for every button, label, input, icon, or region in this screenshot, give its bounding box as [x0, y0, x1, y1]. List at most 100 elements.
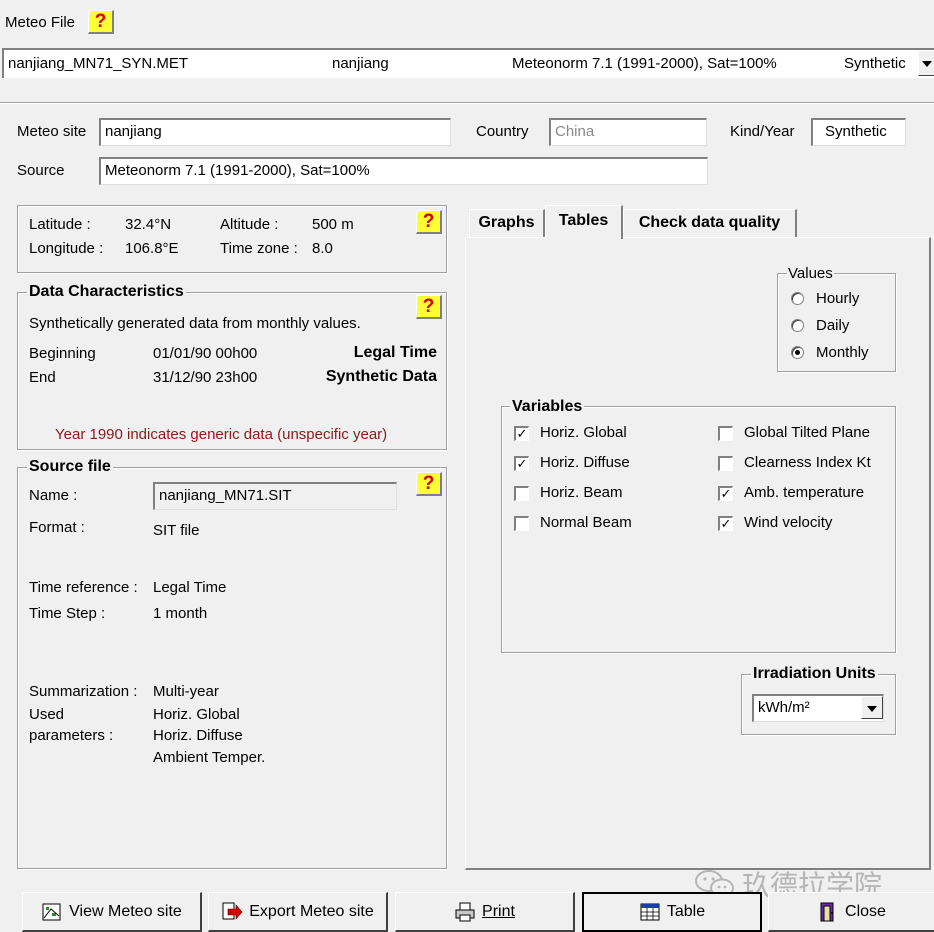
end-label: End	[29, 369, 56, 386]
checkbox-wind-velocity-label: Wind velocity	[744, 514, 833, 531]
irradiation-units-title: Irradiation Units	[751, 665, 878, 683]
close-button[interactable]: Close	[768, 892, 934, 932]
chevron-down-icon	[867, 706, 877, 712]
source-input[interactable]: Meteonorm 7.1 (1991-2000), Sat=100%	[99, 157, 708, 185]
close-label: Close	[845, 902, 886, 920]
name-label: Name :	[29, 487, 78, 504]
checkbox-horiz-beam-label: Horiz. Beam	[540, 484, 623, 501]
source-file-title: Source file	[27, 458, 113, 476]
summarization-label: Summarization :	[29, 683, 138, 700]
export-icon	[222, 902, 243, 920]
irradiation-units-value: kWh/m²	[758, 699, 810, 716]
tab-graphs[interactable]: Graphs	[469, 209, 545, 237]
table-label: Table	[666, 903, 706, 920]
radio-daily[interactable]	[791, 319, 804, 332]
longitude-label: Longitude :	[29, 240, 104, 257]
checkbox-amb-temperature[interactable]: ✓	[718, 486, 733, 501]
divider	[0, 102, 934, 104]
export-meteo-site-label: Export Meteo site	[249, 902, 374, 920]
checkbox-global-tilted-plane[interactable]	[718, 426, 733, 441]
source-label: Source	[17, 162, 65, 179]
checkbox-normal-beam-label: Normal Beam	[540, 514, 632, 531]
radio-monthly[interactable]	[791, 346, 804, 359]
tab-check-data-quality[interactable]: Check data quality	[623, 209, 797, 237]
view-meteo-site-button[interactable]: View Meteo site	[22, 892, 202, 932]
checkbox-clearness-index[interactable]	[718, 456, 733, 471]
variables-title: Variables	[510, 398, 585, 416]
used-parameters-label: Used	[29, 706, 65, 723]
help-icon[interactable]: ?	[88, 10, 114, 34]
summarization-value: Multi-year	[153, 683, 219, 700]
meteo-file-select[interactable]: nanjiang_MN71_SYN.MET nanjiang Meteonorm…	[2, 48, 934, 78]
door-exit-icon	[820, 902, 834, 921]
map-icon	[42, 903, 61, 920]
country-input[interactable]: China	[549, 118, 707, 146]
printer-icon	[455, 902, 475, 921]
source-file-name-field[interactable]: nanjiang_MN71.SIT	[153, 482, 397, 510]
country-label: Country	[476, 123, 529, 140]
help-icon[interactable]: ?	[416, 210, 442, 234]
format-label: Format :	[29, 519, 85, 536]
altitude-value: 500 m	[312, 216, 354, 233]
chevron-down-icon	[922, 61, 932, 67]
meteo-site-label: Meteo site	[17, 123, 87, 140]
dropdown-button[interactable]	[918, 50, 934, 76]
meteo-file-source: Meteonorm 7.1 (1991-2000), Sat=100%	[512, 55, 777, 72]
checkbox-amb-temperature-label: Amb. temperature	[744, 484, 865, 501]
checkbox-normal-beam[interactable]	[514, 516, 529, 531]
generic-year-warning: Year 1990 indicates generic data (unspec…	[55, 426, 388, 443]
radio-monthly-label: Monthly	[816, 344, 869, 361]
checkbox-horiz-diffuse[interactable]: ✓	[514, 456, 529, 471]
tab-tables[interactable]: Tables	[545, 205, 623, 239]
meteo-file-kind: Synthetic	[844, 55, 906, 72]
longitude-value: 106.8°E	[125, 240, 179, 257]
view-meteo-site-label: View Meteo site	[69, 902, 182, 920]
format-value: SIT file	[153, 522, 200, 539]
used-parameter: Horiz. Global	[153, 706, 240, 723]
time-reference-label: Time reference :	[29, 579, 138, 596]
data-description: Synthetically generated data from monthl…	[29, 315, 361, 332]
data-characteristics-title: Data Characteristics	[27, 283, 186, 301]
latitude-value: 32.4°N	[125, 216, 172, 233]
meteo-file-site: nanjiang	[332, 55, 389, 72]
synthetic-data-note: Synthetic Data	[325, 368, 437, 385]
checkbox-wind-velocity[interactable]: ✓	[718, 516, 733, 531]
help-icon[interactable]: ?	[416, 295, 442, 319]
end-value: 31/12/90 23h00	[153, 369, 258, 386]
timezone-label: Time zone :	[220, 240, 298, 257]
timezone-value: 8.0	[312, 240, 333, 257]
table-button[interactable]: Table	[582, 892, 762, 932]
beginning-label: Beginning	[29, 345, 96, 362]
used-parameter: Horiz. Diffuse	[153, 727, 243, 744]
radio-daily-label: Daily	[816, 317, 850, 334]
checkbox-clearness-index-label: Clearness Index Kt	[744, 454, 871, 471]
beginning-value: 01/01/90 00h00	[153, 345, 258, 362]
used-parameter: Ambient Temper.	[153, 749, 266, 766]
table-icon	[640, 903, 660, 921]
dropdown-button[interactable]	[861, 696, 883, 719]
radio-hourly[interactable]	[791, 292, 804, 305]
checkbox-global-tilted-plane-label: Global Tilted Plane	[744, 424, 870, 441]
latitude-label: Latitude :	[29, 216, 91, 233]
values-title: Values	[787, 265, 834, 282]
irradiation-units-select[interactable]: kWh/m²	[752, 694, 884, 722]
meteo-site-input[interactable]: nanjiang	[99, 118, 451, 146]
print-label: Print	[482, 902, 515, 920]
print-button[interactable]: Print	[395, 892, 575, 932]
kind-year-label: Kind/Year	[730, 123, 795, 140]
altitude-label: Altitude :	[220, 216, 279, 233]
checkbox-horiz-global[interactable]: ✓	[514, 426, 529, 441]
checkbox-horiz-global-label: Horiz. Global	[540, 424, 627, 441]
time-reference-value: Legal Time	[153, 579, 227, 596]
time-step-label: Time Step :	[29, 605, 106, 622]
meteo-file-label: Meteo File	[5, 14, 76, 31]
kind-year-input[interactable]: Synthetic	[811, 118, 906, 146]
help-icon[interactable]: ?	[416, 472, 442, 496]
used-parameters-label: parameters :	[29, 727, 114, 744]
checkbox-horiz-beam[interactable]	[514, 486, 529, 501]
checkbox-horiz-diffuse-label: Horiz. Diffuse	[540, 454, 630, 471]
radio-hourly-label: Hourly	[816, 290, 860, 307]
legal-time-note: Legal Time	[353, 344, 437, 361]
meteo-file-name: nanjiang_MN71_SYN.MET	[8, 55, 189, 72]
export-meteo-site-button[interactable]: Export Meteo site	[208, 892, 388, 932]
